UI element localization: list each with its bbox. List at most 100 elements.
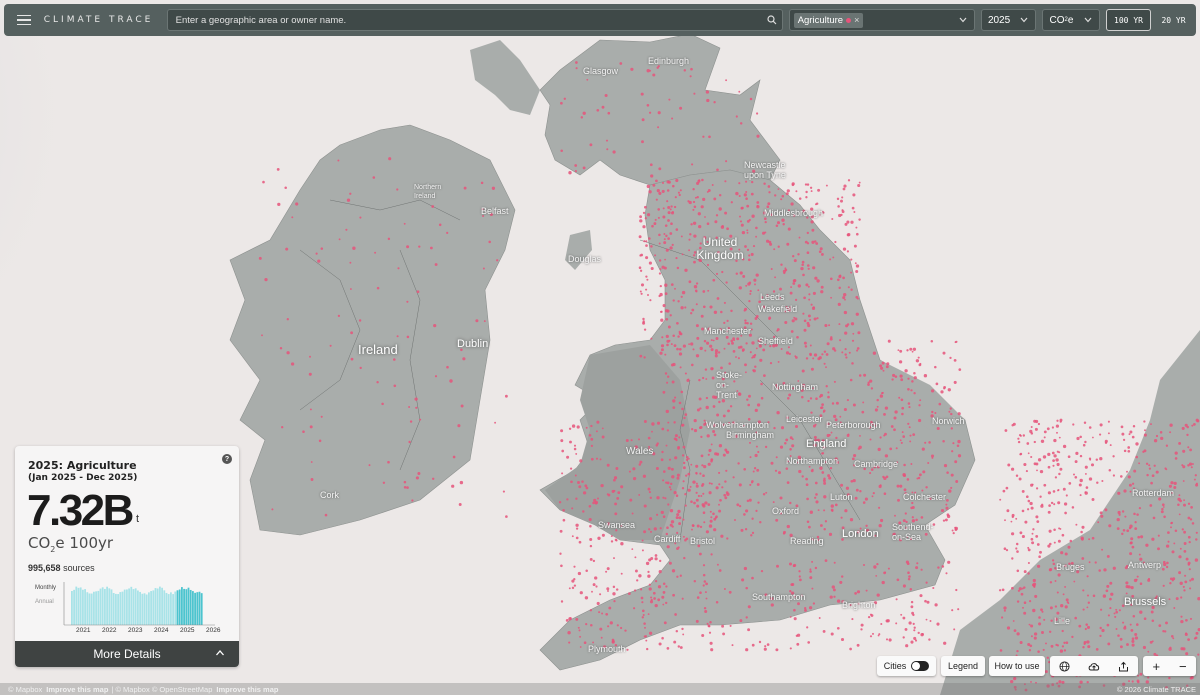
cities-switch[interactable] [911, 661, 930, 671]
emission-source-dot [752, 245, 756, 248]
emission-source-dot [844, 353, 847, 356]
monthly-bar [148, 592, 150, 625]
gas-main: CO [1049, 14, 1065, 26]
emission-source-dot [831, 585, 835, 589]
emission-source-dot [1046, 656, 1049, 659]
emission-source-dot [842, 247, 847, 251]
help-icon[interactable]: ? [222, 454, 232, 464]
emission-source-dot [823, 350, 827, 353]
emission-source-dot [1109, 597, 1112, 601]
emission-source-dot [617, 491, 621, 494]
emission-source-dot [647, 436, 651, 440]
emission-source-dot [903, 463, 906, 467]
emission-source-dot [1139, 610, 1143, 614]
more-details-button[interactable]: More Details [15, 641, 239, 667]
emission-source-dot [588, 433, 592, 437]
emission-source-dot [650, 530, 652, 533]
emission-source-dot [1128, 680, 1130, 683]
search-input[interactable] [167, 10, 762, 30]
hamburger-menu-button[interactable] [14, 7, 40, 33]
emission-source-dot [751, 531, 755, 535]
zoom-in-button[interactable]: + [1152, 659, 1160, 674]
emission-source-dot [433, 324, 437, 328]
emission-source-dot [732, 476, 735, 479]
emission-source-dot [854, 592, 857, 595]
emission-source-dot [639, 290, 642, 293]
legend-button[interactable]: Legend [941, 656, 985, 676]
emission-source-dot [787, 397, 790, 400]
emission-source-dot [662, 496, 665, 499]
timeseries-chart[interactable]: Monthly Annual 2021 2022 2023 2024 2025 … [15, 580, 239, 640]
emission-source-dot [1082, 589, 1085, 592]
emission-source-dot [727, 409, 730, 413]
emission-source-dot [1160, 436, 1164, 441]
emission-source-dot [1131, 643, 1135, 647]
map-credits[interactable]: | © Mapbox © OpenStreetMap [111, 685, 212, 694]
emission-source-dot [614, 502, 618, 506]
sector-select[interactable]: Agriculture × [788, 9, 975, 31]
year-select[interactable]: 2025 [980, 9, 1037, 31]
emission-source-dot [825, 366, 827, 369]
emission-source-dot [502, 490, 505, 493]
emission-source-dot [655, 467, 659, 470]
emission-source-dot [860, 623, 864, 627]
search-icon[interactable] [762, 10, 782, 30]
emission-source-dot [736, 337, 740, 341]
emission-source-dot [1004, 519, 1006, 522]
emission-source-dot [1060, 551, 1064, 555]
emission-source-dot [1112, 566, 1116, 570]
emission-source-dot [810, 469, 814, 473]
emissions-summary-panel: 2025: Agriculture (Jan 2025 - Dec 2025) … [15, 446, 239, 667]
emission-source-dot [1161, 567, 1165, 571]
emission-source-dot [841, 196, 844, 199]
emission-source-dot [1177, 503, 1180, 507]
gas-select[interactable]: CO 2 e [1042, 9, 1100, 31]
improve-map-link-2[interactable]: Improve this map [216, 685, 278, 694]
emission-source-dot [899, 349, 903, 353]
zoom-out-button[interactable]: − [1179, 659, 1187, 674]
emission-source-dot [880, 366, 884, 370]
emission-source-dot [745, 191, 748, 193]
brand-logo[interactable]: CLIMATE TRACE [44, 15, 161, 25]
emission-source-dot [1079, 478, 1083, 483]
chevron-up-icon [216, 650, 224, 656]
emission-source-dot [607, 111, 611, 115]
emission-source-dot [875, 575, 878, 577]
mapbox-logo[interactable]: © Mapbox [8, 685, 42, 694]
sector-chip[interactable]: Agriculture × [793, 12, 864, 28]
emission-source-dot [431, 477, 435, 481]
improve-map-link[interactable]: Improve this map [46, 685, 108, 694]
gwp-20yr-button[interactable]: 20 YR [1151, 9, 1196, 31]
cloud-upload-icon[interactable] [1088, 661, 1100, 672]
emission-source-dot [1129, 541, 1133, 545]
emission-source-dot [1150, 481, 1153, 485]
emission-source-dot [706, 263, 710, 267]
emission-source-dot [1034, 427, 1038, 431]
how-to-use-button[interactable]: How to use [989, 656, 1045, 676]
emission-source-dot [649, 517, 653, 521]
share-icon[interactable] [1118, 661, 1129, 672]
globe-icon[interactable] [1059, 660, 1070, 672]
chevron-down-icon[interactable] [958, 15, 968, 25]
chip-close-icon[interactable]: × [854, 15, 859, 25]
emission-source-dot [641, 140, 644, 144]
emission-source-dot [350, 357, 354, 361]
monthly-toggle[interactable]: Monthly [35, 585, 56, 591]
emission-source-dot [1100, 514, 1104, 518]
emission-source-dot [756, 468, 760, 472]
emission-source-dot [830, 431, 833, 434]
emission-source-dot [1101, 548, 1104, 551]
annual-toggle[interactable]: Annual [35, 599, 54, 605]
emission-source-dot [909, 588, 913, 591]
emission-source-dot [865, 524, 868, 527]
emission-source-dot [676, 473, 680, 477]
cities-toggle[interactable]: Cities [877, 656, 936, 676]
emission-source-dot [1091, 436, 1094, 439]
emission-source-dot [798, 575, 801, 578]
emission-source-dot [661, 336, 664, 339]
emission-source-dot [846, 399, 849, 402]
gwp-100yr-button[interactable]: 100 YR [1106, 9, 1151, 31]
emission-source-dot [674, 456, 678, 460]
emission-source-dot [1023, 462, 1027, 467]
emission-source-dot [706, 341, 710, 345]
